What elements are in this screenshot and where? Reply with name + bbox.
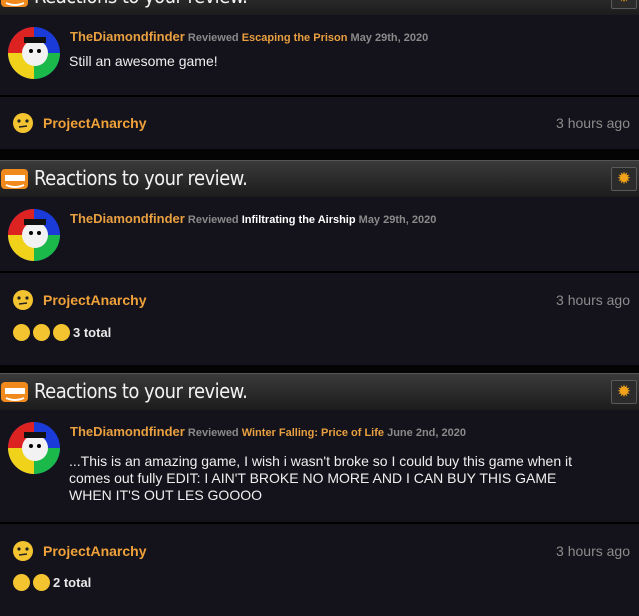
reaction-time: 3 hours ago: [556, 115, 630, 131]
review-block: TheDiamondfinder Reviewed Escaping the P…: [0, 15, 639, 97]
panel-title: Reactions to your review.: [34, 166, 248, 190]
reviewed-label: Reviewed: [187, 214, 239, 226]
review-date: May 29th, 2020: [350, 32, 429, 44]
reviewed-label: Reviewed: [187, 32, 239, 44]
review-meta: TheDiamondfinder Reviewed Winter Falling…: [70, 424, 466, 439]
game-link[interactable]: Infiltrating the Airship: [242, 214, 356, 226]
reaction-time: 3 hours ago: [556, 543, 630, 559]
game-link[interactable]: Winter Falling: Price of Life: [242, 427, 384, 439]
smiley-icon: [13, 290, 33, 310]
laughing-emoji-icon: [13, 324, 30, 341]
reaction-total: 3 total: [73, 325, 112, 340]
orange-face-icon: [1, 169, 28, 189]
reactor-link[interactable]: ProjectAnarchy: [43, 292, 146, 308]
reviewer-link[interactable]: TheDiamondfinder: [70, 29, 185, 44]
orange-face-icon: [1, 382, 28, 402]
panel-header: Reactions to your review. ✹: [0, 373, 639, 410]
review-meta: TheDiamondfinder Reviewed Escaping the P…: [70, 29, 428, 44]
gear-icon[interactable]: ✹: [611, 167, 637, 191]
orange-face-icon: [1, 0, 28, 7]
crying-laugh-emoji-icon: [13, 574, 30, 591]
avatar[interactable]: [8, 209, 60, 261]
review-text: ...This is an amazing game, I wish i was…: [69, 453, 573, 503]
reaction-row: ProjectAnarchy 3 hours ago 2 total: [0, 524, 639, 616]
reactor-link[interactable]: ProjectAnarchy: [43, 543, 146, 559]
reactor-link[interactable]: ProjectAnarchy: [43, 115, 146, 131]
notification-panel-0: Reactions to your review. ✹ TheDiamondfi…: [0, 0, 639, 149]
review-meta: TheDiamondfinder Reviewed Infiltrating t…: [70, 211, 436, 226]
panel-header: Reactions to your review. ✹: [0, 160, 639, 197]
smiley-emoji-icon: [33, 574, 50, 591]
reviewer-link[interactable]: TheDiamondfinder: [70, 211, 185, 226]
review-date: May 29th, 2020: [358, 214, 437, 226]
panel-title: Reactions to your review.: [34, 379, 248, 403]
smiley-icon: [13, 541, 33, 561]
game-link[interactable]: Escaping the Prison: [242, 32, 348, 44]
reaction-total: 2 total: [53, 575, 92, 590]
reviewed-label: Reviewed: [187, 427, 239, 439]
reaction-row: ProjectAnarchy 3 hours ago 3 total: [0, 273, 639, 365]
notification-panel-1: Reactions to your review. ✹ TheDiamondfi…: [0, 160, 639, 365]
review-date: June 2nd, 2020: [387, 427, 466, 439]
smiley-emoji-icon: [53, 324, 70, 341]
smiley-icon: [13, 113, 33, 133]
review-block: TheDiamondfinder Reviewed Winter Falling…: [0, 410, 639, 524]
avatar[interactable]: [8, 27, 60, 79]
gear-icon[interactable]: ✹: [611, 380, 637, 404]
reviewer-link[interactable]: TheDiamondfinder: [70, 424, 185, 439]
panel-header: Reactions to your review. ✹: [0, 0, 639, 15]
reaction-summary: 3 total: [13, 324, 111, 341]
review-block: TheDiamondfinder Reviewed Infiltrating t…: [0, 197, 639, 273]
reaction-summary: 2 total: [13, 574, 91, 591]
gear-icon[interactable]: ✹: [611, 0, 637, 9]
reaction-time: 3 hours ago: [556, 292, 630, 308]
crying-laugh-emoji-icon: [33, 324, 50, 341]
panel-title: Reactions to your review.: [34, 0, 248, 8]
review-text: Still an awesome game!: [69, 53, 218, 69]
notification-panel-2: Reactions to your review. ✹ TheDiamondfi…: [0, 373, 639, 616]
avatar[interactable]: [8, 422, 60, 474]
reaction-row: ProjectAnarchy 3 hours ago: [0, 97, 639, 149]
